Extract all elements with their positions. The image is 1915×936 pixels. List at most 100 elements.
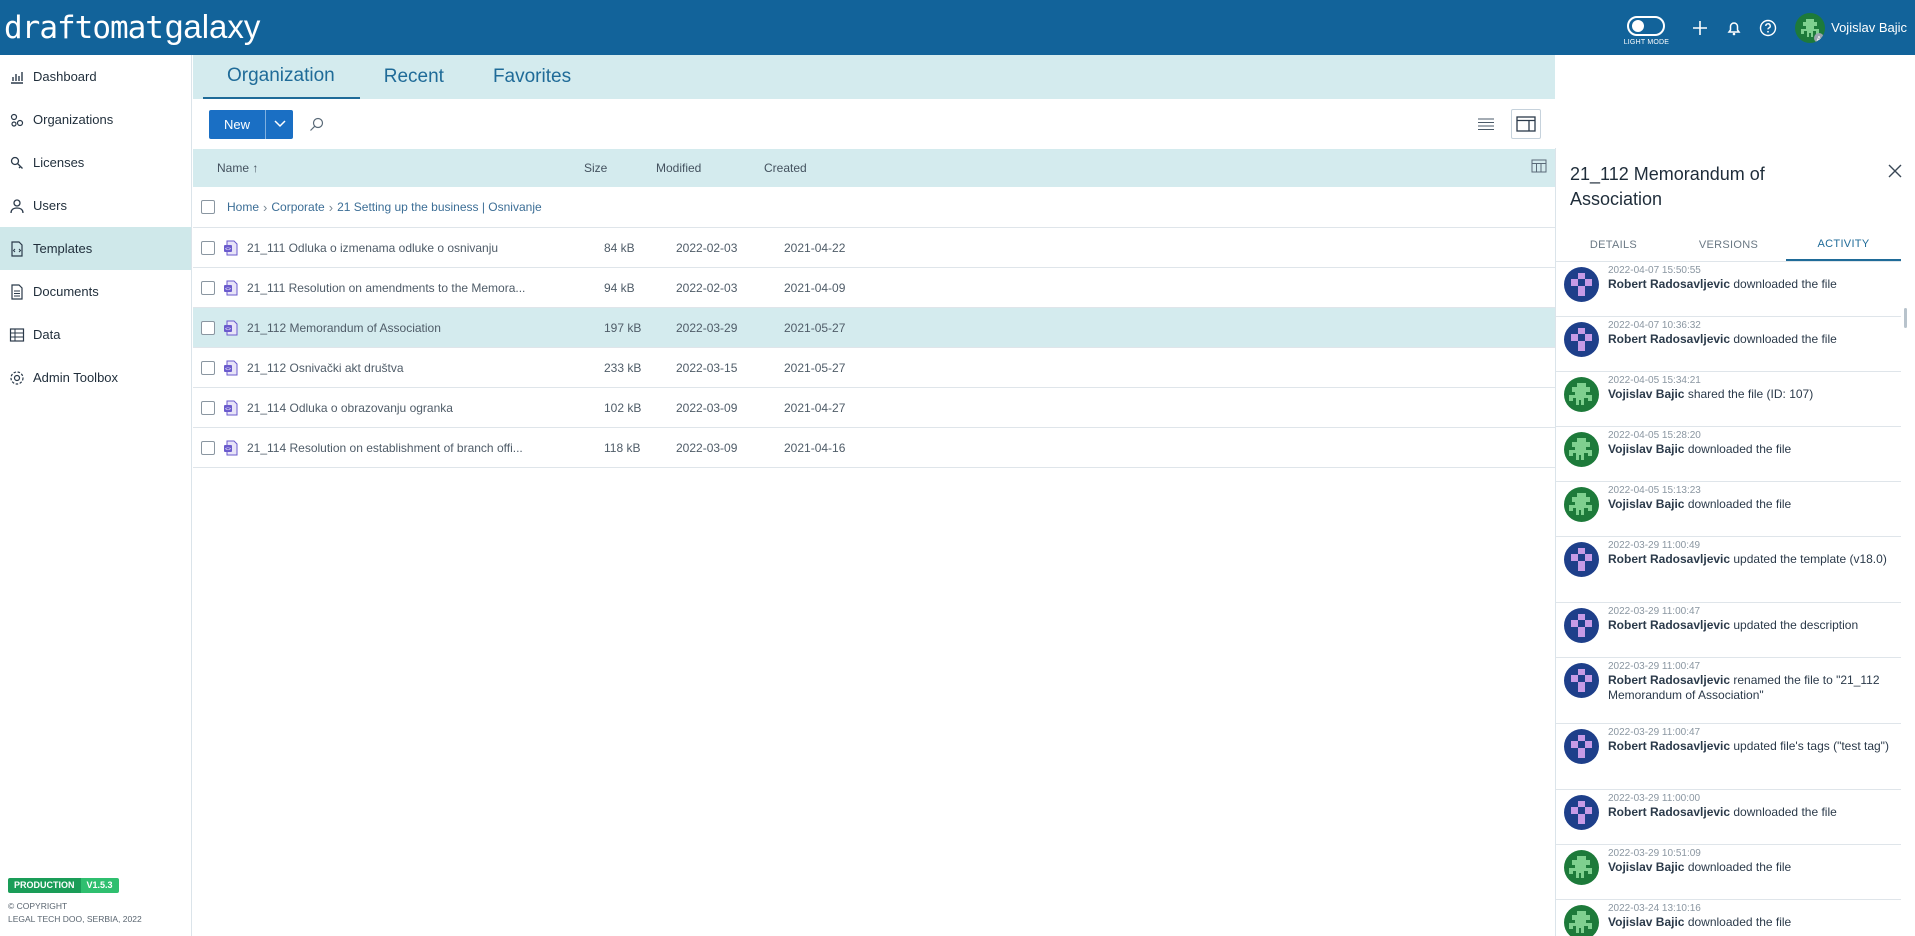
row-checkbox[interactable]: [201, 240, 215, 255]
toolbar: New: [193, 99, 1555, 149]
sidebar-item-admin-toolbox[interactable]: Admin Toolbox: [0, 356, 191, 399]
activity-item: 2022-03-29 11:00:00 Robert Radosavljevic …: [1556, 790, 1901, 845]
table-row[interactable]: <> 21_112 Osnivački akt društva 233 kB 2…: [193, 348, 1555, 388]
sidebar-item-data[interactable]: Data: [0, 313, 191, 356]
plus-icon[interactable]: [1689, 17, 1711, 39]
copyright-line-1: © COPYRIGHT: [8, 901, 68, 911]
svg-text:<>: <>: [225, 406, 231, 412]
avatar: [1564, 432, 1599, 467]
avatar: [1564, 729, 1599, 764]
activity-item: 2022-03-29 11:00:47 Robert Radosavljevic …: [1556, 724, 1901, 790]
file-list: <> 21_111 Odluka o izmenama odluke o osn…: [193, 228, 1555, 468]
avatar: [1564, 267, 1599, 302]
activity-item: 2022-04-07 10:36:32 Robert Radosavljevic …: [1556, 317, 1901, 372]
environment-badge: PRODUCTION V1.5.3: [8, 878, 142, 893]
table-row[interactable]: <> 21_114 Odluka o obrazovanju ogranka 1…: [193, 388, 1555, 428]
activity-action: updated file's tags ("test tag"): [1730, 739, 1889, 753]
scrollbar-thumb[interactable]: [1904, 308, 1907, 328]
light-mode-toggle[interactable]: LIGHT MODE: [1624, 15, 1669, 46]
chevron-down-icon[interactable]: [266, 110, 293, 139]
tab-organization[interactable]: Organization: [203, 55, 360, 99]
bell-icon[interactable]: [1723, 17, 1745, 39]
table-icon: [8, 326, 26, 344]
document-icon: [8, 283, 26, 301]
activity-body: 2022-03-29 11:00:47 Robert Radosavljevic …: [1608, 661, 1901, 703]
new-button-label[interactable]: New: [209, 109, 267, 139]
main-content: Organization Recent Favorites New Name ↑…: [193, 55, 1555, 936]
column-header-size[interactable]: Size: [584, 161, 656, 175]
activity-user: Vojislav Bajic: [1608, 497, 1685, 511]
scrollbar[interactable]: [1904, 262, 1908, 936]
new-button[interactable]: New: [209, 109, 294, 139]
column-header-name-label: Name: [217, 161, 250, 175]
row-modified: 2022-02-03: [676, 240, 738, 255]
row-created: 2021-04-22: [784, 240, 846, 255]
tab-details[interactable]: DETAILS: [1556, 228, 1671, 261]
row-name: 21_114 Odluka o obrazovanju ogranka: [247, 400, 453, 415]
activity-text: Vojislav Bajic shared the file (ID: 107): [1608, 387, 1813, 402]
column-header-modified[interactable]: Modified: [656, 161, 764, 175]
row-name: 21_112 Osnivački akt društva: [247, 360, 404, 375]
tab-activity[interactable]: ACTIVITY: [1786, 228, 1901, 261]
user-menu[interactable]: A Vojislav Bajic: [1795, 12, 1907, 43]
row-checkbox[interactable]: [201, 440, 215, 455]
row-checkbox[interactable]: [201, 400, 215, 415]
tab-recent[interactable]: Recent: [360, 55, 469, 99]
row-size: 94 kB: [604, 280, 635, 295]
breadcrumb-current-folder[interactable]: 21 Setting up the business | Osnivanje: [337, 200, 542, 214]
column-header-created[interactable]: Created: [764, 161, 872, 175]
list-view-icon[interactable]: [1471, 109, 1501, 139]
toggle-switch[interactable]: [1627, 15, 1666, 36]
svg-text:A: A: [1817, 36, 1822, 43]
sidebar-item-templates[interactable]: Templates: [0, 227, 191, 270]
breadcrumb-home[interactable]: Home: [227, 200, 259, 214]
column-settings-icon[interactable]: [1531, 159, 1547, 176]
version-badge: V1.5.3: [80, 878, 119, 893]
row-checkbox[interactable]: [201, 280, 215, 295]
close-icon[interactable]: [1885, 161, 1905, 181]
sidebar-item-organizations[interactable]: Organizations: [0, 98, 191, 141]
table-row[interactable]: <> 21_114 Resolution on establishment of…: [193, 428, 1555, 468]
tab-versions[interactable]: VERSIONS: [1671, 228, 1786, 261]
row-modified: 2022-03-09: [676, 440, 738, 455]
logo-text-draftomat: draftomat: [4, 10, 164, 46]
sidebar-item-dashboard[interactable]: Dashboard: [0, 55, 191, 98]
table-row-selected[interactable]: <> 21_112 Memorandum of Association 197 …: [193, 308, 1555, 348]
template-file-icon: <>: [224, 400, 238, 415]
logo-text-galaxy: galaxy: [164, 8, 261, 45]
row-created: 2021-04-27: [784, 400, 846, 415]
activity-timestamp: 2022-03-24 13:10:16: [1608, 903, 1701, 914]
template-file-icon: <>: [224, 280, 238, 295]
row-name: 21_114 Resolution on establishment of br…: [247, 440, 523, 455]
activity-item: 2022-03-29 11:00:47 Robert Radosavljevic …: [1556, 658, 1901, 724]
template-icon: [8, 240, 26, 258]
select-all-checkbox[interactable]: [201, 200, 215, 214]
activity-user: Robert Radosavljevic: [1608, 673, 1731, 687]
activity-user: Robert Radosavljevic: [1608, 739, 1731, 753]
activity-action: downloaded the file: [1730, 277, 1837, 291]
app-logo[interactable]: draftomat galaxy: [4, 8, 260, 48]
activity-item: 2022-04-05 15:13:23 Vojislav Bajic downlo…: [1556, 482, 1901, 537]
tab-favorites[interactable]: Favorites: [469, 55, 596, 99]
table-row[interactable]: <> 21_111 Odluka o izmenama odluke o osn…: [193, 228, 1555, 268]
help-icon[interactable]: [1757, 17, 1779, 39]
sidebar-item-licenses[interactable]: Licenses: [0, 141, 191, 184]
row-name: 21_112 Memorandum of Association: [247, 320, 441, 335]
sidebar-item-label: Documents: [33, 284, 99, 299]
search-icon[interactable]: [307, 115, 325, 133]
row-checkbox[interactable]: [201, 360, 215, 375]
row-checkbox[interactable]: [201, 320, 215, 335]
details-pane-icon[interactable]: [1511, 109, 1541, 139]
table-row[interactable]: <> 21_111 Resolution on amendments to th…: [193, 268, 1555, 308]
activity-body: 2022-04-07 10:36:32 Robert Radosavljevic …: [1608, 320, 1847, 347]
chart-icon: [8, 68, 26, 86]
breadcrumb-corporate[interactable]: Corporate: [271, 200, 324, 214]
chevron-right-icon: ›: [328, 199, 334, 215]
row-modified: 2022-03-29: [676, 320, 738, 335]
sidebar-item-users[interactable]: Users: [0, 184, 191, 227]
column-header-name[interactable]: Name ↑: [193, 161, 584, 175]
sidebar-item-documents[interactable]: Documents: [0, 270, 191, 313]
user-avatar: A: [1795, 12, 1826, 43]
svg-text:<>: <>: [225, 326, 231, 332]
activity-item: 2022-03-24 13:10:16 Vojislav Bajic downlo…: [1556, 900, 1901, 936]
